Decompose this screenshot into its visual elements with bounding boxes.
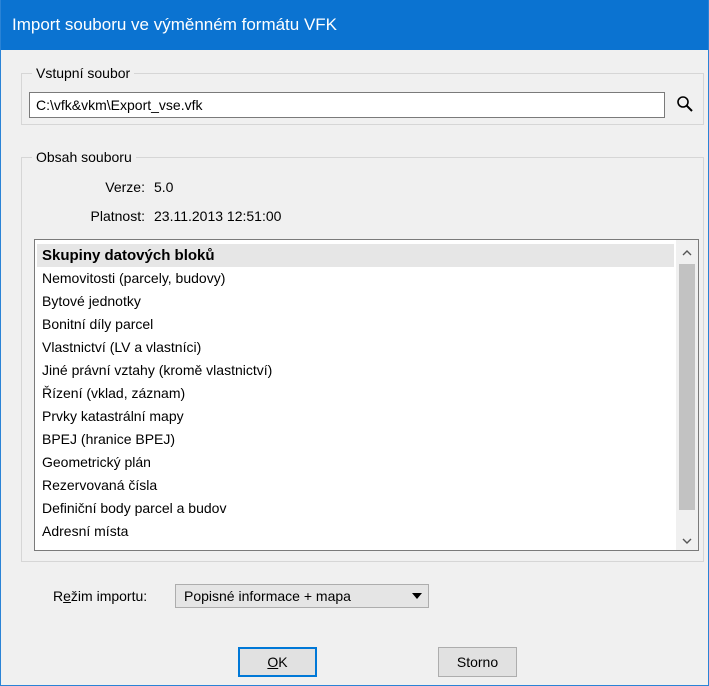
import-mode-select[interactable]: Popisné informace + mapa bbox=[175, 584, 429, 608]
import-dialog: Import souboru ve výměnném formátu VFK V… bbox=[0, 0, 709, 686]
version-value: 5.0 bbox=[154, 179, 174, 195]
list-item[interactable]: Adresní místa bbox=[37, 520, 674, 543]
list-item[interactable]: Jiné právní vztahy (kromě vlastnictví) bbox=[37, 359, 674, 382]
list-item[interactable]: Definiční body parcel a budov bbox=[37, 497, 674, 520]
validity-value: 23.11.2013 12:51:00 bbox=[154, 208, 282, 224]
import-mode-label: Režim importu: bbox=[53, 588, 148, 604]
ok-button[interactable]: OK bbox=[238, 647, 317, 677]
list-item[interactable]: Řízení (vklad, záznam) bbox=[37, 382, 674, 405]
cancel-button[interactable]: Storno bbox=[438, 647, 517, 677]
list-item[interactable]: Geometrický plán bbox=[37, 451, 674, 474]
list-item[interactable]: Bonitní díly parcel bbox=[37, 313, 674, 336]
scroll-down-button[interactable] bbox=[676, 528, 698, 550]
search-icon bbox=[676, 95, 694, 116]
list-item[interactable]: Vlastnictví (LV a vlastníci) bbox=[37, 336, 674, 359]
list-scrollbar[interactable] bbox=[676, 240, 698, 550]
chevron-up-icon bbox=[682, 243, 692, 259]
file-path-value: C:\vfk&vkm\Export_vse.vfk bbox=[36, 97, 203, 113]
chevron-down-icon bbox=[682, 531, 692, 547]
list-header: Skupiny datových bloků bbox=[37, 244, 674, 267]
file-content-group-label: Obsah souboru bbox=[32, 148, 136, 166]
list-item[interactable]: Nemovitosti (parcely, budovy) bbox=[37, 267, 674, 290]
list-item[interactable]: Prvky katastrální mapy bbox=[37, 405, 674, 428]
import-mode-value: Popisné informace + mapa bbox=[184, 588, 351, 604]
dropdown-arrow-icon bbox=[412, 585, 422, 607]
list-item[interactable]: Bytové jednotky bbox=[37, 290, 674, 313]
file-path-field[interactable]: C:\vfk&vkm\Export_vse.vfk bbox=[29, 92, 665, 118]
list-item[interactable]: Rezervovaná čísla bbox=[37, 474, 674, 497]
data-block-groups-list[interactable]: Skupiny datových bloků Nemovitosti (parc… bbox=[34, 239, 699, 551]
list-items: Skupiny datových bloků Nemovitosti (parc… bbox=[37, 244, 674, 543]
title-bar[interactable]: Import souboru ve výměnném formátu VFK bbox=[1, 0, 708, 50]
list-item[interactable]: BPEJ (hranice BPEJ) bbox=[37, 428, 674, 451]
validity-label: Platnost: bbox=[90, 208, 145, 224]
scroll-thumb[interactable] bbox=[679, 264, 695, 510]
browse-button[interactable] bbox=[671, 92, 699, 118]
version-label: Verze: bbox=[105, 179, 145, 195]
scroll-up-button[interactable] bbox=[676, 240, 698, 262]
window-title: Import souboru ve výměnném formátu VFK bbox=[12, 15, 338, 34]
input-file-group-label: Vstupní soubor bbox=[32, 64, 135, 82]
